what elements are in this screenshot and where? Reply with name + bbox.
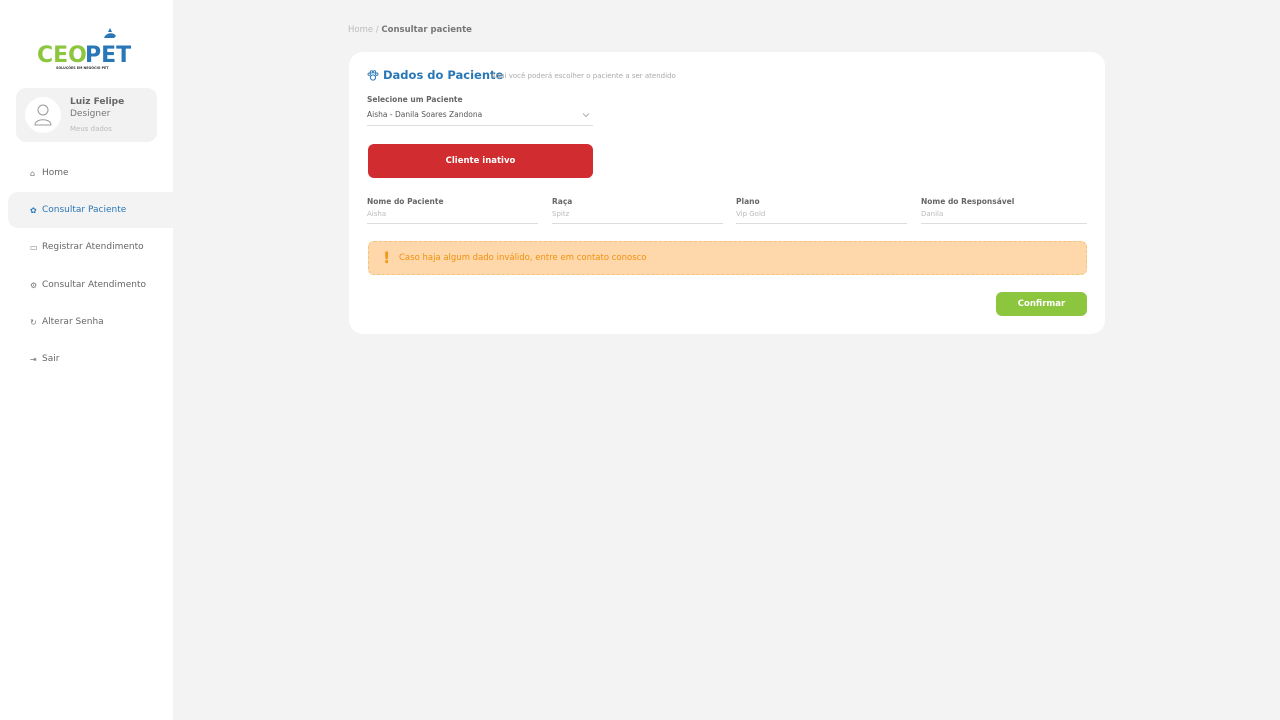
sidebar-item-consultar-paciente[interactable]: ✿ Consultar Paciente bbox=[8, 192, 173, 228]
svg-text:CEO: CEO bbox=[37, 43, 87, 68]
sidebar-item-home[interactable]: ⌂ Home bbox=[8, 155, 173, 191]
breadcrumb: Home / Consultar paciente bbox=[348, 25, 472, 35]
sidebar-item-label: Alterar Senha bbox=[42, 317, 104, 327]
page-subtitle: Aqui você poderá escolher o paciente a s… bbox=[491, 72, 676, 80]
breadcrumb-current: Consultar paciente bbox=[381, 25, 472, 35]
ceopet-logo[interactable]: CEO PET SOLUÇÕES EM NEGÓCIO PET bbox=[36, 28, 136, 72]
field-label: Plano bbox=[736, 197, 760, 206]
warning-alert: ! Caso haja algum dado inválido, entre e… bbox=[368, 241, 1087, 275]
my-data-link[interactable]: Meus dados bbox=[70, 125, 112, 133]
patient-select[interactable]: Aisha - Danila Soares Zandona bbox=[367, 107, 593, 126]
chevron-down-icon bbox=[582, 113, 590, 118]
breadcrumb-home[interactable]: Home bbox=[348, 25, 373, 35]
field-value: Vip Gold bbox=[736, 210, 766, 218]
sidebar-item-registrar-atendimento[interactable]: ▭ Registrar Atendimento bbox=[8, 229, 173, 265]
inactive-client-button[interactable]: Cliente inativo bbox=[368, 144, 593, 178]
patient-card: Dados do Paciente Aqui você poderá escol… bbox=[349, 52, 1105, 334]
user-role: Designer bbox=[70, 109, 111, 119]
confirm-button[interactable]: Confirmar bbox=[996, 292, 1087, 316]
paw-icon bbox=[367, 70, 379, 81]
svg-text:SOLUÇÕES EM NEGÓCIO PET: SOLUÇÕES EM NEGÓCIO PET bbox=[56, 65, 109, 70]
sidebar-item-label: Registrar Atendimento bbox=[42, 242, 144, 252]
field-value: Danila bbox=[921, 210, 944, 218]
field-value: Spitz bbox=[552, 210, 570, 218]
logout-icon: ⇥ bbox=[30, 354, 37, 364]
field-value: Aisha bbox=[367, 210, 387, 218]
field-label: Nome do Responsável bbox=[921, 197, 1015, 206]
home-icon: ⌂ bbox=[30, 168, 36, 178]
paw-icon: ✿ bbox=[30, 205, 37, 215]
page-title: Dados do Paciente bbox=[383, 68, 504, 82]
plan-field[interactable]: Plano Vip Gold bbox=[736, 197, 907, 224]
field-label: Raça bbox=[552, 197, 573, 206]
patient-name-field[interactable]: Nome do Paciente Aisha bbox=[367, 197, 538, 224]
owner-name-field[interactable]: Nome do Responsável Danila bbox=[921, 197, 1087, 224]
alert-text: Caso haja algum dado inválido, entre em … bbox=[399, 253, 647, 263]
user-card[interactable]: Luiz Felipe Designer Meus dados bbox=[16, 88, 157, 142]
sidebar-item-alterar-senha[interactable]: ↻ Alterar Senha bbox=[8, 304, 173, 340]
sidebar-item-label: Consultar Atendimento bbox=[42, 280, 147, 290]
sidebar-item-label: Consultar Paciente bbox=[42, 205, 127, 215]
sidebar-item-consultar-atendimento[interactable]: ⚙ Consultar Atendimento bbox=[8, 267, 173, 303]
sidebar-item-label: Sair bbox=[42, 354, 60, 364]
folder-icon: ▭ bbox=[30, 242, 38, 252]
user-icon bbox=[34, 104, 52, 126]
exclamation-icon: ! bbox=[383, 248, 391, 267]
refresh-icon: ↻ bbox=[30, 317, 37, 327]
svg-text:PET: PET bbox=[85, 43, 131, 68]
breed-field[interactable]: Raça Spitz bbox=[552, 197, 723, 224]
gear-icon: ⚙ bbox=[30, 280, 38, 290]
user-name: Luiz Felipe bbox=[70, 97, 125, 107]
sidebar-item-sair[interactable]: ⇥ Sair bbox=[8, 341, 173, 377]
avatar bbox=[25, 97, 61, 133]
field-label: Nome do Paciente bbox=[367, 197, 444, 206]
sidebar: CEO PET SOLUÇÕES EM NEGÓCIO PET Luiz Fel… bbox=[0, 0, 173, 720]
patient-select-label: Selecione um Paciente bbox=[367, 95, 463, 104]
sidebar-item-label: Home bbox=[42, 168, 69, 178]
patient-select-value: Aisha - Danila Soares Zandona bbox=[367, 110, 483, 119]
